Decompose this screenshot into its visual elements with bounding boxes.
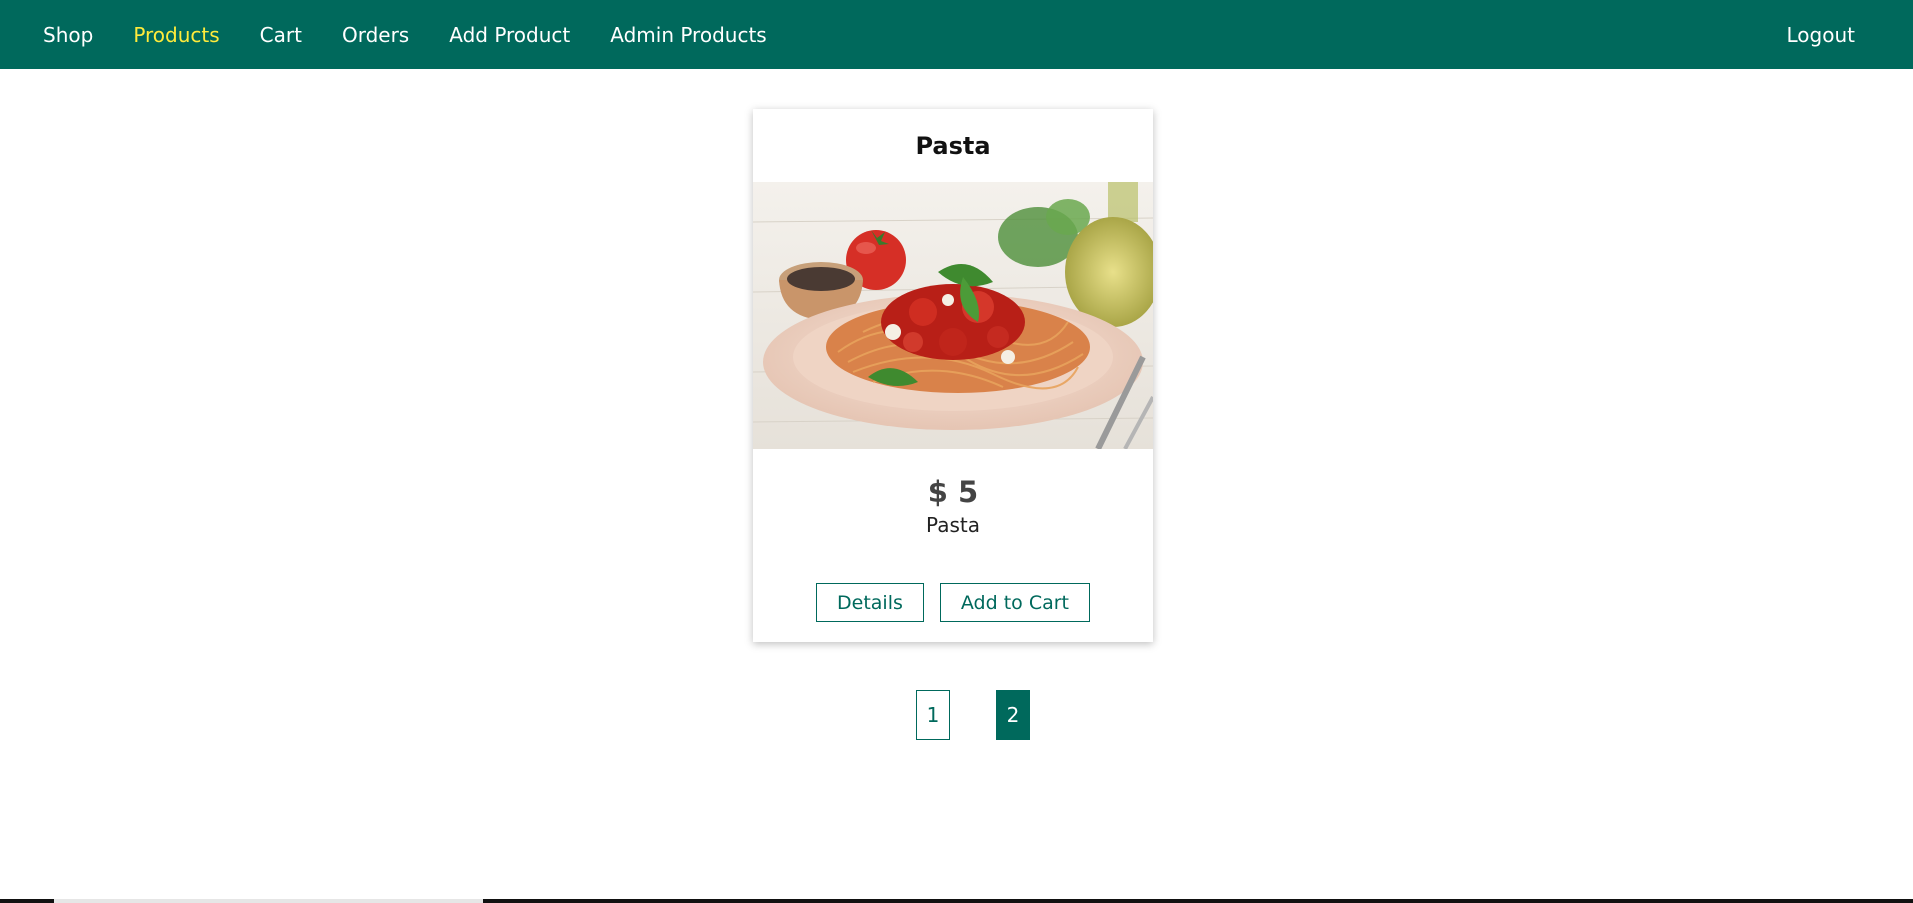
product-description: Pasta: [926, 513, 980, 537]
logout-button[interactable]: Logout: [1787, 23, 1855, 47]
bottom-edge-strip: [0, 899, 1913, 903]
main-header: Shop Products Cart Orders Add Product Ad…: [0, 0, 1913, 69]
nav-products[interactable]: Products: [133, 23, 219, 47]
nav-orders[interactable]: Orders: [342, 23, 409, 47]
product-image: [753, 182, 1153, 449]
product-card: Pasta $ 5 Pasta Details Add to Cart: [753, 109, 1153, 642]
pagination: 1 2: [0, 690, 1913, 740]
nav-shop[interactable]: Shop: [43, 23, 93, 47]
bottom-edge-highlight: [54, 899, 483, 903]
add-to-cart-button[interactable]: Add to Cart: [939, 583, 1090, 622]
product-price: $ 5: [927, 475, 979, 509]
pasta-dish-image: [753, 182, 1153, 449]
product-title: Pasta: [915, 131, 991, 160]
page-button-1[interactable]: 1: [916, 690, 950, 740]
main-nav: Shop Products Cart Orders Add Product Ad…: [43, 23, 807, 47]
details-button[interactable]: Details: [816, 583, 924, 622]
nav-cart[interactable]: Cart: [260, 23, 302, 47]
page-button-2[interactable]: 2: [996, 690, 1030, 740]
nav-add-product[interactable]: Add Product: [449, 23, 570, 47]
nav-admin-products[interactable]: Admin Products: [610, 23, 766, 47]
card-actions: Details Add to Cart: [753, 583, 1153, 622]
